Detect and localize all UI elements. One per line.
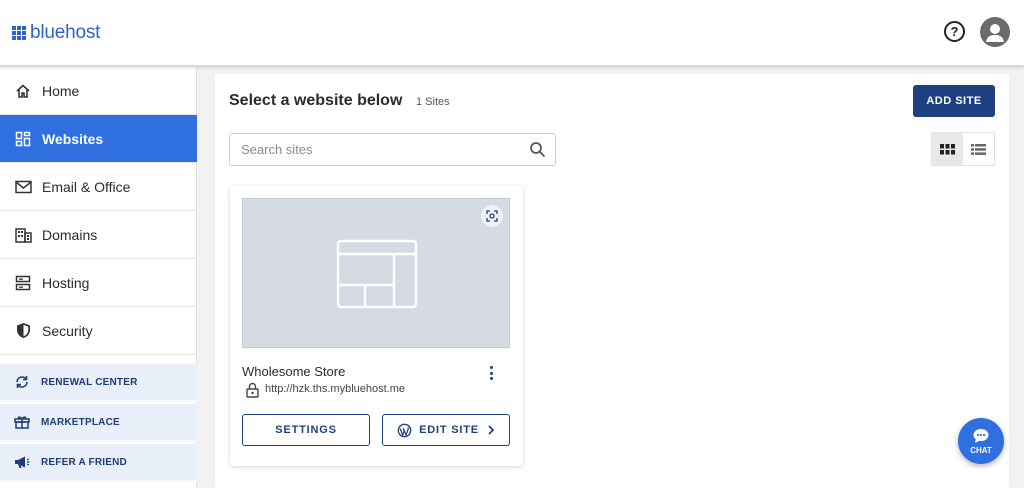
chevron-right-icon (488, 425, 495, 435)
sidebar-item-label: RENEWAL CENTER (41, 376, 138, 388)
list-view-icon[interactable] (963, 133, 994, 165)
search-input[interactable] (230, 134, 510, 165)
sidebar-item-label: Websites (42, 130, 104, 147)
websites-icon (14, 130, 32, 148)
home-icon (14, 82, 32, 100)
lock-icon (246, 382, 259, 398)
server-icon (14, 274, 32, 292)
sidebar-item-label: REFER A FRIEND (41, 456, 127, 468)
grid-view-icon[interactable] (932, 133, 963, 165)
sidebar-item-domains[interactable]: Domains (0, 211, 197, 259)
wordpress-icon (397, 423, 412, 437)
sidebar-item-label: Security (42, 322, 93, 339)
sidebar-item-refer-a-friend[interactable]: REFER A FRIEND (0, 444, 197, 482)
sidebar-item-security[interactable]: Security (0, 307, 197, 355)
envelope-icon (14, 178, 32, 196)
layout-placeholder-icon (336, 239, 418, 309)
site-name: Wholesome Store (242, 364, 346, 379)
refresh-icon (14, 374, 30, 390)
question-circle-icon[interactable]: ? (944, 21, 965, 42)
sidebar-item-marketplace[interactable]: MARKETPLACE (0, 404, 197, 442)
search-box (229, 133, 556, 166)
bluehost-logo[interactable]: bluehost (12, 22, 100, 44)
sidebar-item-label: Email & Office (42, 178, 131, 195)
view-toggle (931, 132, 995, 166)
settings-button[interactable]: SETTINGS (242, 414, 370, 446)
add-site-button[interactable]: ADD SITE (913, 85, 995, 117)
sidebar-item-label: MARKETPLACE (41, 416, 120, 428)
site-count: 1 Sites (416, 96, 450, 108)
megaphone-icon (14, 454, 30, 470)
chat-label: CHAT (970, 445, 992, 455)
sidebar-item-label: Domains (42, 226, 98, 243)
sidebar-item-renewal-center[interactable]: RENEWAL CENTER (0, 364, 197, 402)
sidebar-item-websites[interactable]: Websites (0, 115, 197, 163)
sidebar-item-home[interactable]: Home (0, 67, 197, 115)
page-title: Select a website below (229, 92, 403, 109)
site-url-link[interactable]: http://hzk.ths.mybluehost.me (265, 383, 405, 395)
shield-icon (14, 322, 32, 340)
user-avatar-icon[interactable] (980, 17, 1010, 47)
sidebar-item-label: Home (42, 82, 80, 99)
grid-logo-icon (12, 26, 26, 40)
logo-text: bluehost (30, 22, 101, 43)
top-bar: bluehost ? (0, 0, 1024, 66)
screenshot-icon[interactable] (481, 205, 503, 227)
edit-site-label: EDIT SITE (419, 424, 479, 436)
search-icon[interactable] (529, 141, 546, 158)
site-card: Wholesome Store http://hzk.ths.mybluehos… (230, 186, 523, 466)
more-options-icon[interactable] (485, 364, 497, 382)
sidebar-item-email-office[interactable]: Email & Office (0, 163, 197, 211)
sidebar-item-label: Hosting (42, 274, 90, 291)
edit-site-button[interactable]: EDIT SITE (382, 414, 510, 446)
chat-button[interactable]: CHAT (958, 418, 1004, 464)
site-thumbnail[interactable] (242, 198, 510, 348)
building-icon (14, 226, 32, 244)
main-panel: Select a website below 1 Sites ADD SITE (215, 74, 1009, 488)
sidebar: Home Websites Email & Office Domains Hos… (0, 67, 197, 488)
chat-bubble-icon (973, 428, 989, 443)
sidebar-item-hosting[interactable]: Hosting (0, 259, 197, 307)
gift-icon (14, 414, 30, 430)
